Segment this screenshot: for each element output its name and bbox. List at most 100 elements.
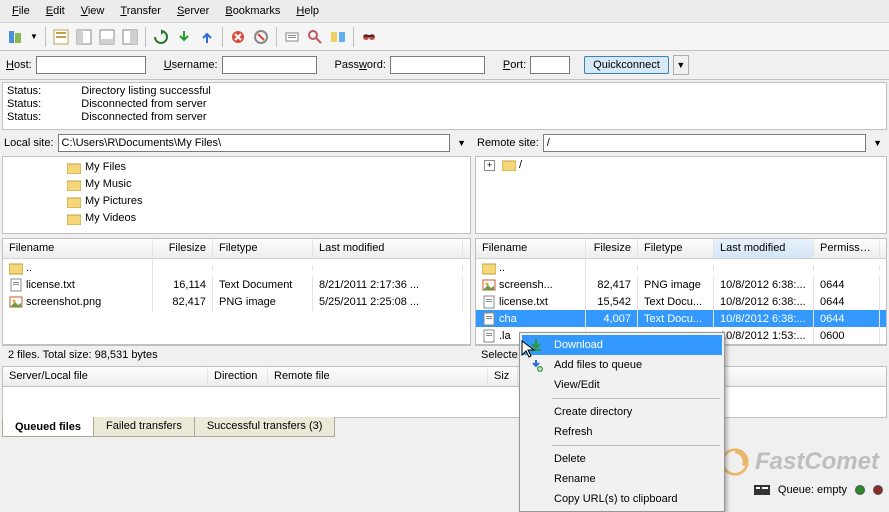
col-permissions[interactable]: Permissions (814, 239, 880, 258)
host-input[interactable] (36, 56, 146, 74)
log-panel: Status:Directory listing successful Stat… (2, 82, 887, 130)
menu-item-view-edit[interactable]: View/Edit (522, 375, 722, 395)
col-filename[interactable]: Filename (476, 239, 586, 258)
local-site-label: Local site: (4, 137, 54, 149)
tab-failed[interactable]: Failed transfers (93, 417, 195, 437)
queue-header: Server/Local file Direction Remote file … (2, 366, 887, 386)
col-remote-file[interactable]: Remote file (268, 367, 488, 386)
list-header: Filename Filesize Filetype Last modified… (476, 239, 886, 259)
list-item[interactable]: .. (476, 259, 886, 276)
log-message: Disconnected from server (81, 98, 206, 111)
quickconnect-dropdown[interactable]: ▼ (673, 55, 689, 75)
remote-path-input[interactable] (543, 134, 866, 152)
menu-item-delete[interactable]: Delete (522, 449, 722, 469)
username-label: Username: (164, 59, 218, 71)
list-item[interactable]: .. (3, 259, 470, 276)
process-queue-icon[interactable] (173, 26, 195, 48)
menu-bookmarks[interactable]: Bookmarks (217, 2, 288, 20)
host-label: Host: (6, 59, 32, 71)
find-icon[interactable] (358, 26, 380, 48)
tree-item[interactable]: My Videos (7, 210, 466, 227)
tree-item[interactable]: My Pictures (7, 193, 466, 210)
remote-site-bar: Remote site: ▼ (475, 132, 887, 154)
separator (145, 27, 146, 47)
toggle-remote-icon[interactable] (119, 26, 141, 48)
menu-edit[interactable]: Edit (38, 2, 73, 20)
remote-tree[interactable]: + / (475, 156, 887, 234)
menu-item-refresh[interactable]: Refresh (522, 422, 722, 442)
cancel-icon[interactable] (196, 26, 218, 48)
list-item[interactable]: license.txt15,542Text Docu...10/8/2012 6… (476, 293, 886, 310)
menu-item-rename[interactable]: Rename (522, 469, 722, 489)
separator (45, 27, 46, 47)
dropdown-arrow-icon[interactable]: ▼ (870, 138, 885, 148)
list-item[interactable]: license.txt16,114Text Document8/21/2011 … (3, 276, 470, 293)
toggle-queue-icon[interactable] (96, 26, 118, 48)
local-site-bar: Local site: ▼ (2, 132, 471, 154)
compare-icon[interactable] (327, 26, 349, 48)
reconnect-icon[interactable] (281, 26, 303, 48)
menu-file[interactable]: File (4, 2, 38, 20)
col-direction[interactable]: Direction (208, 367, 268, 386)
separator (276, 27, 277, 47)
refresh-icon[interactable] (150, 26, 172, 48)
col-filetype[interactable]: Filetype (213, 239, 313, 258)
menu-divider (552, 445, 720, 446)
password-label: Password: (335, 59, 386, 71)
col-modified[interactable]: Last modified (313, 239, 463, 258)
remote-site-label: Remote site: (477, 137, 539, 149)
expand-icon[interactable]: + (484, 160, 495, 171)
menu-item-add-files-to-queue[interactable]: Add files to queue (522, 355, 722, 375)
led-green-icon (855, 485, 865, 495)
queue-status: Queue: empty (778, 484, 847, 496)
username-input[interactable] (222, 56, 317, 74)
log-label: Status: (7, 98, 41, 111)
password-input[interactable] (390, 56, 485, 74)
col-filename[interactable]: Filename (3, 239, 153, 258)
col-size[interactable]: Siz (488, 367, 518, 386)
quickconnect-button[interactable]: Quickconnect (584, 56, 669, 74)
led-red-icon (873, 485, 883, 495)
dropdown-arrow-icon[interactable]: ▼ (27, 32, 41, 41)
menu-view[interactable]: View (73, 2, 113, 20)
col-server-local[interactable]: Server/Local file (3, 367, 208, 386)
quickconnect-bar: Host: Username: Password: Port: Quickcon… (0, 51, 889, 80)
port-input[interactable] (530, 56, 570, 74)
menu-item-download[interactable]: Download (522, 335, 722, 355)
tree-item[interactable]: My Files (7, 159, 466, 176)
col-filesize[interactable]: Filesize (586, 239, 638, 258)
queue-icon (754, 485, 770, 495)
menu-item-copy-url-s-to-clipboard[interactable]: Copy URL(s) to clipboard (522, 489, 722, 509)
filter-icon[interactable] (304, 26, 326, 48)
status-bar: Queue: empty (754, 480, 883, 500)
tree-item[interactable]: My Music (7, 176, 466, 193)
toolbar: ▼ (0, 23, 889, 51)
menu-item-create-directory[interactable]: Create directory (522, 402, 722, 422)
menu-help[interactable]: Help (288, 2, 327, 20)
menubar: File Edit View Transfer Server Bookmarks… (0, 0, 889, 23)
toggle-tree-icon[interactable] (73, 26, 95, 48)
context-menu: DownloadAdd files to queueView/Edit Creat… (519, 332, 725, 512)
tab-successful[interactable]: Successful transfers (3) (194, 417, 336, 437)
queue-tabs: Queued files Failed transfers Successful… (2, 418, 887, 438)
tree-root[interactable]: / (519, 159, 522, 171)
queue-body[interactable] (2, 386, 887, 418)
list-item[interactable]: screensh...82,417PNG image10/8/2012 6:38… (476, 276, 886, 293)
list-item[interactable]: cha4,007Text Docu...10/8/2012 6:38:...06… (476, 310, 886, 327)
tab-queued[interactable]: Queued files (2, 417, 94, 437)
col-filesize[interactable]: Filesize (153, 239, 213, 258)
dropdown-arrow-icon[interactable]: ▼ (454, 138, 469, 148)
list-item[interactable]: screenshot.png82,417PNG image5/25/2011 2… (3, 293, 470, 310)
menu-server[interactable]: Server (169, 2, 217, 20)
toggle-log-icon[interactable] (50, 26, 72, 48)
local-tree[interactable]: My Files My Music My Pictures My Videos (2, 156, 471, 234)
col-filetype[interactable]: Filetype (638, 239, 714, 258)
local-file-list: Filename Filesize Filetype Last modified… (2, 238, 471, 345)
disconnect-icon[interactable] (250, 26, 272, 48)
stop-icon[interactable] (227, 26, 249, 48)
site-manager-icon[interactable] (4, 26, 26, 48)
menu-transfer[interactable]: Transfer (112, 2, 169, 20)
col-modified[interactable]: Last modified (714, 239, 814, 258)
separator (222, 27, 223, 47)
local-path-input[interactable] (58, 134, 451, 152)
